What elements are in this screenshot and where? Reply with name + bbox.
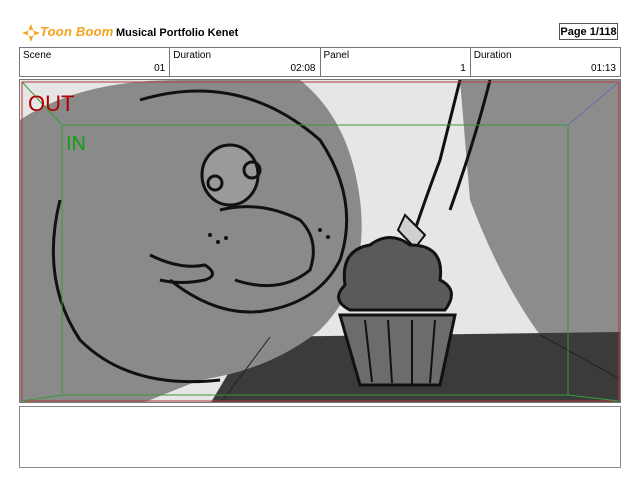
scene-label: Scene [23, 50, 52, 61]
out-frame-label: OUT [28, 91, 75, 116]
panel-label: Panel [323, 50, 350, 61]
document-title: Musical Portfolio Kenet [116, 27, 239, 39]
in-frame-label: IN [66, 133, 86, 155]
duration-value: 02:08 [290, 63, 316, 74]
panel-value: 1 [460, 63, 466, 74]
panel-duration-label: Duration [473, 50, 512, 61]
duration-cell: Duration 02:08 [170, 48, 321, 76]
storyboard-panel [19, 79, 621, 403]
panel-cell: Panel 1 [321, 48, 471, 76]
scene-value: 01 [154, 63, 166, 74]
duration-label: Duration [173, 50, 212, 61]
logo-text: Toon Boom [40, 24, 114, 39]
page-indicator: Page 1/118 [559, 23, 618, 40]
panel-sketch [20, 80, 620, 402]
panel-notes-box[interactable] [19, 406, 621, 468]
panel-duration-cell: Duration 01:13 [471, 48, 620, 76]
info-table: Scene 01 Duration 02:08 Panel 1 Duration… [19, 47, 621, 77]
panel-duration-value: 01:13 [590, 63, 616, 74]
scene-cell: Scene 01 [20, 48, 171, 76]
